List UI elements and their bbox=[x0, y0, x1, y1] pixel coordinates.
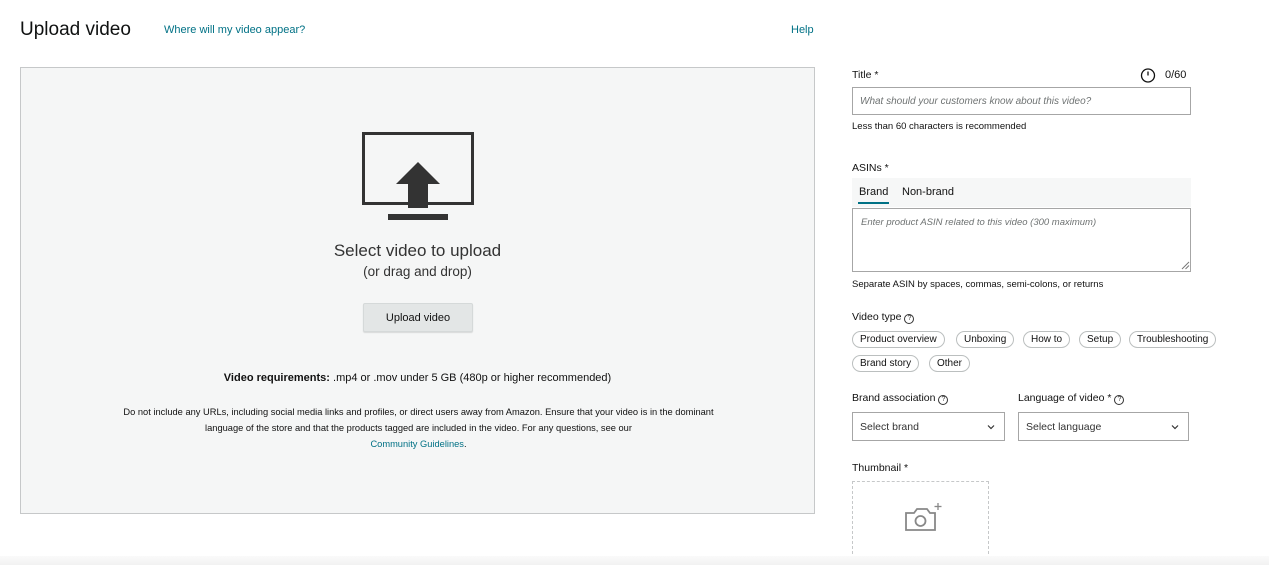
help-icon[interactable]: ? bbox=[1114, 395, 1125, 405]
brand-association-label-text: Brand association bbox=[852, 392, 936, 404]
video-type-label: Video type? bbox=[852, 311, 915, 324]
help-icon[interactable]: ? bbox=[938, 395, 949, 405]
title-hint: Less than 60 characters is recommended bbox=[852, 121, 1027, 132]
video-requirements-label: Video requirements: bbox=[223, 372, 330, 384]
chip-unboxing[interactable]: Unboxing bbox=[956, 331, 1015, 348]
page-bottom-edge bbox=[0, 556, 1269, 565]
where-video-appear-link[interactable]: Where will my video appear? bbox=[164, 24, 305, 36]
brand-association-label: Brand association? bbox=[852, 392, 949, 405]
video-type-label-text: Video type bbox=[852, 311, 902, 323]
title-counter: 0/60 bbox=[1140, 67, 1186, 83]
help-icon[interactable]: ? bbox=[904, 314, 915, 324]
tab-brand[interactable]: Brand bbox=[859, 186, 888, 198]
asin-hint: Separate ASIN by spaces, commas, semi-co… bbox=[852, 279, 1104, 290]
video-dropzone[interactable]: Select video to upload (or drag and drop… bbox=[20, 67, 815, 514]
chevron-down-icon bbox=[1171, 425, 1179, 430]
guidelines-period: . bbox=[463, 439, 467, 449]
help-link[interactable]: Help bbox=[791, 24, 814, 36]
active-tab-indicator bbox=[858, 202, 889, 204]
language-select-value: Select language bbox=[1026, 420, 1102, 433]
tab-non-brand[interactable]: Non-brand bbox=[902, 186, 954, 198]
add-photo-icon bbox=[905, 503, 942, 531]
chip-brand-story[interactable]: Brand story bbox=[852, 355, 920, 372]
chip-setup[interactable]: Setup bbox=[1079, 331, 1122, 348]
video-requirements: Video requirements: .mp4 or .mov under 5… bbox=[21, 372, 814, 384]
asins-label: ASINs * bbox=[852, 162, 889, 174]
chip-other[interactable]: Other bbox=[929, 355, 971, 372]
upload-monitor-icon bbox=[362, 132, 474, 220]
drag-drop-text: (or drag and drop) bbox=[363, 264, 472, 279]
language-select[interactable]: Select language bbox=[1018, 412, 1189, 441]
upload-video-button[interactable]: Upload video bbox=[363, 303, 473, 332]
timer-icon bbox=[1140, 68, 1156, 83]
select-video-text: Select video to upload bbox=[333, 241, 502, 260]
community-guidelines-link[interactable]: Community Guidelines bbox=[370, 439, 464, 449]
chip-how-to[interactable]: How to bbox=[1023, 331, 1071, 348]
chip-product-overview[interactable]: Product overview bbox=[852, 331, 945, 348]
thumbnail-label: Thumbnail * bbox=[852, 462, 909, 474]
asin-input[interactable] bbox=[852, 208, 1191, 272]
page-title: Upload video bbox=[20, 19, 131, 40]
chip-troubleshooting[interactable]: Troubleshooting bbox=[1129, 331, 1217, 348]
title-input[interactable] bbox=[852, 87, 1191, 115]
brand-select[interactable]: Select brand bbox=[852, 412, 1005, 441]
brand-select-value: Select brand bbox=[860, 420, 919, 433]
title-label: Title * bbox=[852, 69, 879, 81]
language-label-text: Language of video * bbox=[1018, 392, 1112, 404]
thumbnail-upload[interactable] bbox=[852, 481, 989, 559]
video-requirements-text: .mp4 or .mov under 5 GB (480p or higher … bbox=[333, 372, 612, 384]
resize-handle-icon[interactable] bbox=[1180, 260, 1190, 270]
title-char-count: 0/60 bbox=[1165, 69, 1187, 81]
disclaimer-text: Do not include any URLs, including socia… bbox=[123, 407, 714, 433]
chevron-down-icon bbox=[987, 425, 995, 430]
content-disclaimer: Do not include any URLs, including socia… bbox=[116, 404, 721, 452]
asin-tabs: Brand Non-brand bbox=[852, 178, 1191, 207]
language-label: Language of video *? bbox=[1018, 392, 1125, 405]
